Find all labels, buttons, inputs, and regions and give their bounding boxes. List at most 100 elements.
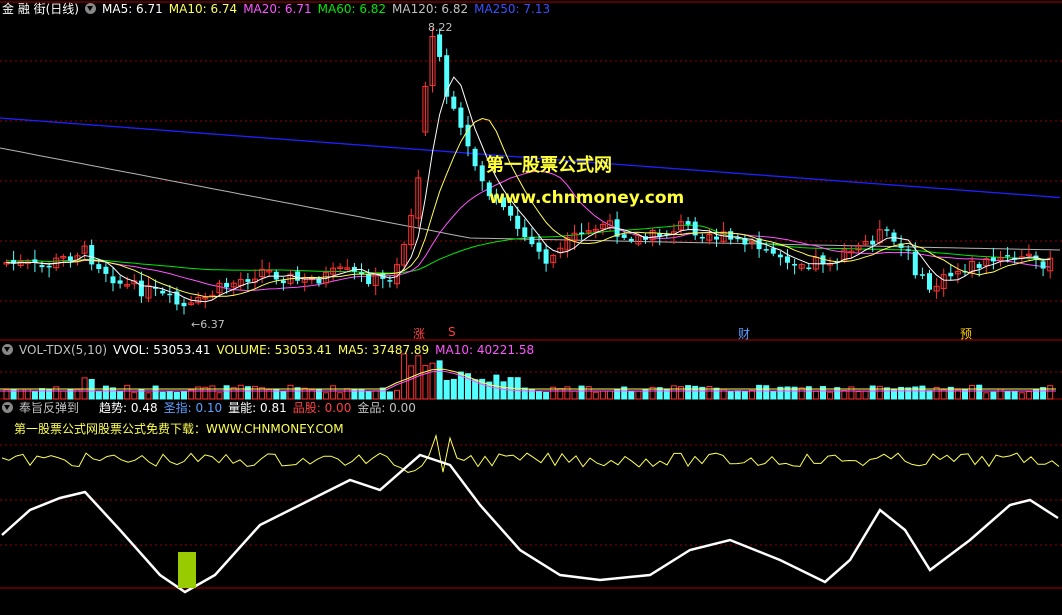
volume-bar bbox=[756, 384, 763, 400]
volume-bar bbox=[749, 389, 755, 400]
volume-bar bbox=[685, 385, 692, 400]
candle-body bbox=[763, 249, 769, 251]
grid-lines bbox=[0, 1, 1062, 589]
stock-name: 金 融 街(日线) bbox=[2, 2, 79, 16]
volume-bar bbox=[408, 365, 415, 400]
volume-bar bbox=[827, 391, 834, 400]
candle-body bbox=[387, 280, 393, 282]
volume-bar bbox=[401, 353, 408, 400]
low-price-value: 6.37 bbox=[200, 318, 225, 331]
volume-bar bbox=[706, 386, 713, 400]
candle-body bbox=[224, 282, 230, 288]
white-indicator-path bbox=[1, 453, 1059, 594]
liangneng-value: 量能: 0.81 bbox=[228, 401, 287, 415]
candle-body bbox=[458, 107, 464, 128]
candle-body bbox=[685, 221, 691, 225]
event-mark-yu[interactable]: 预 bbox=[960, 325, 972, 342]
candle-body bbox=[927, 273, 932, 290]
candle-body bbox=[46, 265, 52, 268]
volume-bar bbox=[841, 390, 848, 400]
candle-body bbox=[96, 264, 102, 270]
candle-body bbox=[366, 274, 372, 285]
volume-bar bbox=[216, 392, 223, 400]
volume-bar bbox=[855, 391, 862, 400]
volume-bar bbox=[607, 390, 613, 400]
watermark-title: 第一股票公式网 bbox=[486, 155, 612, 176]
volume-bar bbox=[152, 385, 159, 400]
candle-body bbox=[167, 293, 173, 296]
volume-bar bbox=[521, 387, 528, 400]
volume-bar bbox=[31, 391, 38, 400]
shengzhi-value: 圣指: 0.10 bbox=[163, 401, 223, 415]
volume-bar bbox=[543, 391, 550, 400]
ma20-value: MA20: 6.71 bbox=[243, 2, 312, 16]
volume-bar bbox=[280, 391, 287, 400]
candle-body bbox=[870, 240, 876, 245]
volume-bars[interactable] bbox=[3, 353, 1054, 400]
volume-bar bbox=[635, 390, 642, 400]
dropdown-icon[interactable] bbox=[85, 3, 96, 14]
volume-bar bbox=[741, 391, 748, 400]
candle-body bbox=[295, 271, 301, 281]
volume-bar bbox=[95, 390, 102, 400]
volume-bar bbox=[493, 374, 500, 400]
watermark-url: www.chnmoney.com bbox=[489, 188, 685, 208]
event-mark-zhang[interactable]: 涨 bbox=[413, 325, 425, 342]
volume-bar bbox=[734, 390, 741, 400]
event-mark-s[interactable]: S bbox=[448, 325, 456, 339]
ma5-value: MA5: 6.71 bbox=[102, 2, 163, 16]
candle-body bbox=[39, 265, 45, 268]
volume-bar bbox=[252, 385, 258, 400]
candle-body bbox=[770, 248, 776, 254]
volume-bar bbox=[763, 385, 770, 400]
candle-body bbox=[138, 280, 144, 297]
volume-bar bbox=[386, 391, 393, 400]
volume-bar bbox=[891, 388, 897, 400]
volume-value: VOLUME: 53053.41 bbox=[216, 343, 332, 357]
candle-body bbox=[728, 231, 734, 240]
candle-body bbox=[529, 236, 535, 245]
volume-bar bbox=[394, 389, 400, 400]
stock-chart-canvas[interactable] bbox=[0, 0, 1062, 615]
dropdown-icon[interactable] bbox=[2, 402, 13, 413]
candle-body bbox=[32, 259, 38, 263]
volume-bar bbox=[926, 390, 933, 400]
candle-body bbox=[181, 302, 187, 307]
volume-bar bbox=[443, 380, 450, 400]
volume-bar bbox=[131, 391, 138, 400]
volume-bar bbox=[450, 378, 457, 400]
volume-bar bbox=[365, 390, 372, 400]
volume-bar bbox=[39, 388, 45, 400]
volume-bar bbox=[983, 392, 990, 400]
volume-bar bbox=[713, 387, 720, 400]
candle-body bbox=[543, 249, 549, 264]
signal-bar bbox=[178, 552, 196, 588]
volume-bar bbox=[585, 386, 592, 400]
volume-bar bbox=[770, 391, 777, 400]
volume-bar bbox=[990, 391, 997, 400]
candle-body bbox=[1005, 255, 1011, 257]
volume-bar bbox=[628, 391, 635, 400]
volume-bar bbox=[181, 391, 187, 400]
indicator-name: 奉旨反弹到 bbox=[19, 401, 80, 415]
volume-bar bbox=[812, 390, 819, 400]
dropdown-icon[interactable] bbox=[2, 344, 13, 355]
candle-body bbox=[522, 227, 528, 237]
candle-body bbox=[806, 267, 812, 270]
candle-body bbox=[912, 251, 918, 276]
candle-body bbox=[103, 266, 109, 274]
candle-body bbox=[785, 256, 790, 263]
volume-bar bbox=[173, 391, 180, 400]
volume-bar bbox=[287, 384, 294, 400]
volume-bar bbox=[124, 384, 131, 400]
volume-bar bbox=[110, 387, 116, 400]
candle-body bbox=[472, 148, 478, 167]
candle-body bbox=[280, 280, 286, 284]
candle-body bbox=[621, 234, 627, 238]
volume-bar bbox=[237, 384, 244, 400]
jinpin-value: 金品: 0.00 bbox=[357, 401, 416, 415]
event-mark-cai[interactable]: 财 bbox=[738, 325, 750, 342]
candle-body bbox=[1040, 261, 1046, 269]
ma250-value: MA250: 7.13 bbox=[474, 2, 551, 16]
volume-panel-header: VOL-TDX(5,10) VVOL: 53053.41 VOLUME: 53053… bbox=[2, 342, 540, 359]
